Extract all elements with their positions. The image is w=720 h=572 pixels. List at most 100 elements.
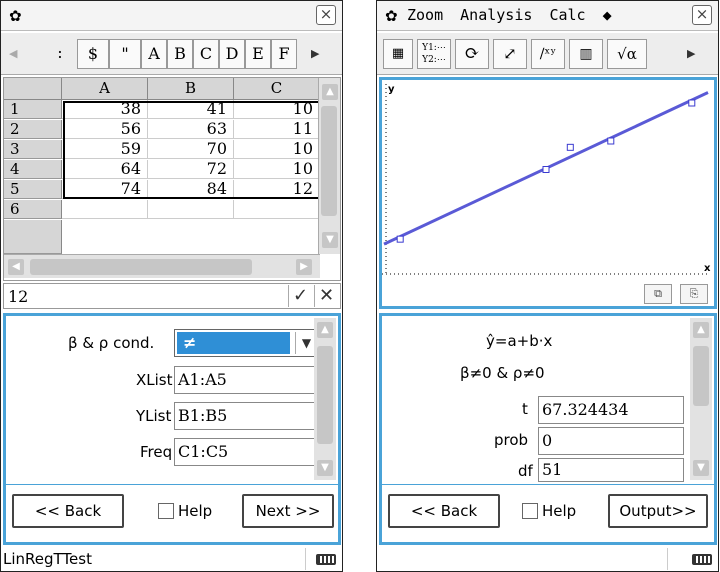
scroll-down-icon[interactable]: ▼ [693, 460, 709, 476]
y-list-icon[interactable]: Y1:⋯ Y2:⋯ [417, 39, 451, 69]
stat-graph-icon[interactable]: ▥ [569, 39, 603, 69]
scatter-graph[interactable]: y x ⧉ ⎘ [379, 77, 717, 309]
copy-icon[interactable]: ⧉ [644, 284, 672, 304]
scroll-up-icon[interactable]: ▲ [322, 84, 338, 100]
help-label: Help [542, 502, 577, 520]
gear-icon[interactable]: ✿ [9, 7, 22, 25]
row-header[interactable]: 2 [4, 120, 62, 139]
scroll-right-icon[interactable]: ▶ [296, 259, 312, 275]
row-header[interactable]: 6 [4, 200, 62, 219]
column-header-c[interactable]: C [234, 78, 320, 100]
scroll-up-icon[interactable]: ▲ [317, 322, 333, 338]
help-checkbox[interactable]: Help [158, 502, 212, 520]
table-cell[interactable]: 41 [148, 100, 234, 119]
paste-icon[interactable]: ⎘ [680, 284, 708, 304]
zoom-fit-icon[interactable]: ⤢ [493, 39, 527, 69]
row-header[interactable]: 5 [4, 180, 62, 199]
quote-button[interactable]: " [109, 39, 141, 69]
data-point[interactable] [688, 99, 696, 107]
checkbox-icon[interactable] [522, 503, 538, 519]
menu-diamond[interactable]: ◆ [603, 6, 612, 24]
output-button[interactable]: Output>> [608, 494, 708, 528]
scroll-right-icon[interactable]: ▶ [311, 47, 319, 60]
row-header[interactable]: 3 [4, 140, 62, 159]
scroll-thumb[interactable] [321, 106, 337, 216]
scroll-thumb[interactable] [30, 259, 252, 275]
col-d-button[interactable]: D [219, 39, 245, 69]
back-button[interactable]: << Back [388, 494, 500, 528]
row-header[interactable]: 1 [4, 100, 62, 119]
table-cell[interactable]: 74 [62, 180, 148, 199]
scroll-down-icon[interactable]: ▼ [317, 460, 333, 476]
colon-button[interactable]: : [45, 39, 75, 69]
row-header[interactable]: 4 [4, 160, 62, 179]
table-cell[interactable]: 12 [234, 180, 320, 199]
table-cell[interactable]: 59 [62, 140, 148, 159]
edit-value[interactable]: 12 [8, 287, 28, 306]
scroll-thumb[interactable] [693, 346, 709, 406]
prob-value[interactable]: 0 [538, 427, 684, 455]
scroll-left-icon[interactable]: ◀ [9, 47, 17, 60]
cancel-icon[interactable]: ✕ [314, 285, 338, 307]
next-button[interactable]: Next >> [242, 494, 334, 528]
table-cell[interactable]: 10 [234, 160, 320, 179]
cond-select[interactable]: ≠ ▼ [174, 329, 320, 357]
table-cell[interactable]: 70 [148, 140, 234, 159]
horizontal-scrollbar[interactable]: ◀ ▶ [4, 254, 320, 278]
column-header-a[interactable]: A [62, 78, 148, 100]
col-c-button[interactable]: C [193, 39, 219, 69]
table-cell[interactable]: 56 [62, 120, 148, 139]
menu-analysis[interactable]: Analysis [460, 6, 532, 24]
t-value[interactable]: 67.324434 [538, 396, 684, 424]
data-point[interactable] [566, 143, 574, 151]
col-b-button[interactable]: B [167, 39, 193, 69]
table-cell[interactable]: 64 [62, 160, 148, 179]
col-a-button[interactable]: A [141, 39, 167, 69]
table-cell[interactable] [234, 200, 320, 219]
back-button[interactable]: << Back [12, 494, 124, 528]
regression-icon[interactable]: ∕ˣʸ [531, 39, 565, 69]
data-point[interactable] [396, 235, 404, 243]
column-header-b[interactable]: B [148, 78, 234, 100]
vertical-scrollbar[interactable]: ▲ ▼ [318, 78, 340, 254]
scroll-down-icon[interactable]: ▼ [322, 232, 338, 248]
table-cell[interactable]: 11 [234, 120, 320, 139]
scroll-up-icon[interactable]: ▲ [693, 322, 709, 338]
df-value[interactable]: 51 [538, 458, 684, 482]
table-cell[interactable]: 10 [234, 140, 320, 159]
check-icon[interactable]: ✓ [288, 285, 312, 307]
cell-edit-line[interactable]: 12 ✓ ✕ [3, 283, 341, 309]
redraw-icon[interactable]: ⟳ [455, 39, 489, 69]
gear-icon[interactable]: ✿ [385, 7, 398, 25]
prob-label: prob [494, 431, 529, 449]
scroll-right-icon[interactable]: ▶ [687, 47, 695, 60]
close-button[interactable]: × [692, 5, 712, 25]
wizard-scrollbar[interactable]: ▲ ▼ [690, 318, 712, 480]
table-cell[interactable] [148, 200, 234, 219]
table-cell[interactable]: 10 [234, 100, 320, 119]
data-point[interactable] [542, 166, 550, 173]
freq-field[interactable]: C1:C5 [174, 438, 320, 466]
menu-calc[interactable]: Calc [549, 6, 585, 24]
menu-zoom[interactable]: Zoom [407, 6, 443, 24]
graph-canvas[interactable]: y x [382, 80, 714, 282]
table-cell[interactable]: 72 [148, 160, 234, 179]
close-button[interactable]: × [316, 5, 336, 25]
wizard-scrollbar[interactable]: ▲ ▼ [314, 318, 336, 480]
xlist-field[interactable]: A1:A5 [174, 366, 320, 394]
col-e-button[interactable]: E [245, 39, 271, 69]
table-cell[interactable]: 84 [148, 180, 234, 199]
sqrt-alpha-icon[interactable]: √α [607, 39, 647, 69]
checkbox-icon[interactable] [158, 503, 174, 519]
table-cell[interactable]: 63 [148, 120, 234, 139]
col-f-button[interactable]: F [271, 39, 297, 69]
scroll-thumb[interactable] [317, 346, 333, 444]
table-icon[interactable]: ▦ [383, 39, 413, 69]
ylist-field[interactable]: B1:B5 [174, 402, 320, 430]
scroll-left-icon[interactable]: ◀ [8, 259, 24, 275]
table-cell[interactable] [62, 200, 148, 219]
table-cell[interactable]: 38 [62, 100, 148, 119]
help-checkbox[interactable]: Help [522, 502, 576, 520]
data-point[interactable] [607, 137, 615, 145]
dollar-button[interactable]: $ [77, 39, 109, 69]
